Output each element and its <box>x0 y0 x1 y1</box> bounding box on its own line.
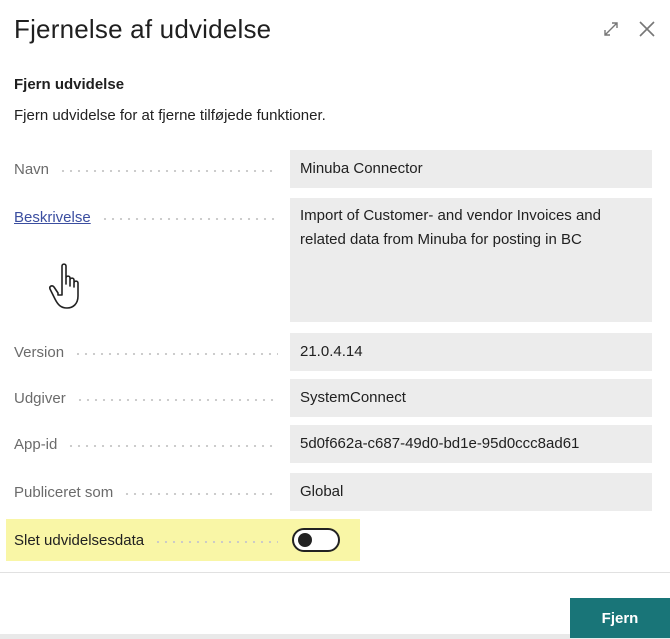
field-value-description: Import of Customer- and vendor Invoices … <box>290 198 652 322</box>
remove-button[interactable]: Fjern <box>570 598 670 638</box>
field-value-version: 21.0.4.14 <box>290 333 652 371</box>
toggle-knob <box>298 533 312 547</box>
dialog-title: Fjernelse af udvidelse <box>14 14 272 44</box>
field-label-publisher: Udgiver <box>14 379 278 417</box>
field-value-published-as: Global <box>290 473 652 511</box>
field-label-app-id: App-id <box>14 425 278 463</box>
field-value-publisher: SystemConnect <box>290 379 652 417</box>
hand-pointer-icon <box>48 262 88 312</box>
field-value-name: Minuba Connector <box>290 150 652 188</box>
section-title: Fjern udvidelse <box>14 76 125 93</box>
field-label-version: Version <box>14 333 278 371</box>
delete-data-toggle[interactable] <box>292 528 340 552</box>
close-icon[interactable] <box>632 14 662 44</box>
field-value-app-id: 5d0f662a-c687-49d0-bd1e-95d0ccc8ad61 <box>290 425 652 463</box>
section-description: Fjern udvidelse for at fjerne tilføjede … <box>14 107 326 124</box>
expand-icon[interactable] <box>596 14 626 44</box>
field-label-delete-data: Slet udvidelsesdata <box>14 521 278 559</box>
field-label-name: Navn <box>14 150 278 188</box>
remove-extension-dialog: Fjernelse af udvidelse Fjern udvidelse F… <box>0 0 670 638</box>
field-label-published-as: Publiceret som <box>14 473 278 511</box>
field-label-description[interactable]: Beskrivelse <box>14 198 278 236</box>
footer-divider <box>0 572 670 573</box>
